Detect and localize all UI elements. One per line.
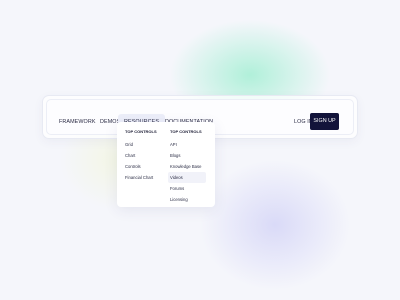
- dropdown-item-api[interactable]: API: [168, 139, 208, 150]
- dropdown-item-knowledge-base[interactable]: Knowledge Base: [168, 161, 208, 172]
- dropdown-item-financial-chart[interactable]: Financial Chart: [123, 172, 163, 183]
- dropdown-item-controls[interactable]: Controls: [123, 161, 163, 172]
- column-heading: TOP CONTROLS: [170, 129, 202, 134]
- signup-button[interactable]: SIGN UP: [310, 113, 339, 130]
- dropdown-item-grid[interactable]: Grid: [123, 139, 163, 150]
- dropdown-item-videos[interactable]: Videos: [168, 172, 206, 183]
- dropdown-item-chart[interactable]: Chart: [123, 150, 163, 161]
- dropdown-column-right: TOP CONTROLS API Blogs Knowledge Base Vi…: [168, 129, 208, 205]
- dropdown-column-left: TOP CONTROLS Grid Chart Controls Financi…: [125, 129, 163, 183]
- dropdown-item-blogs[interactable]: Blogs: [168, 150, 208, 161]
- resources-dropdown: TOP CONTROLS Grid Chart Controls Financi…: [117, 122, 215, 207]
- background-glow-purple: [200, 160, 350, 290]
- dropdown-item-licensing[interactable]: Licensing: [168, 194, 208, 205]
- column-heading: TOP CONTROLS: [125, 129, 157, 134]
- dropdown-item-forums[interactable]: Forums: [168, 183, 208, 194]
